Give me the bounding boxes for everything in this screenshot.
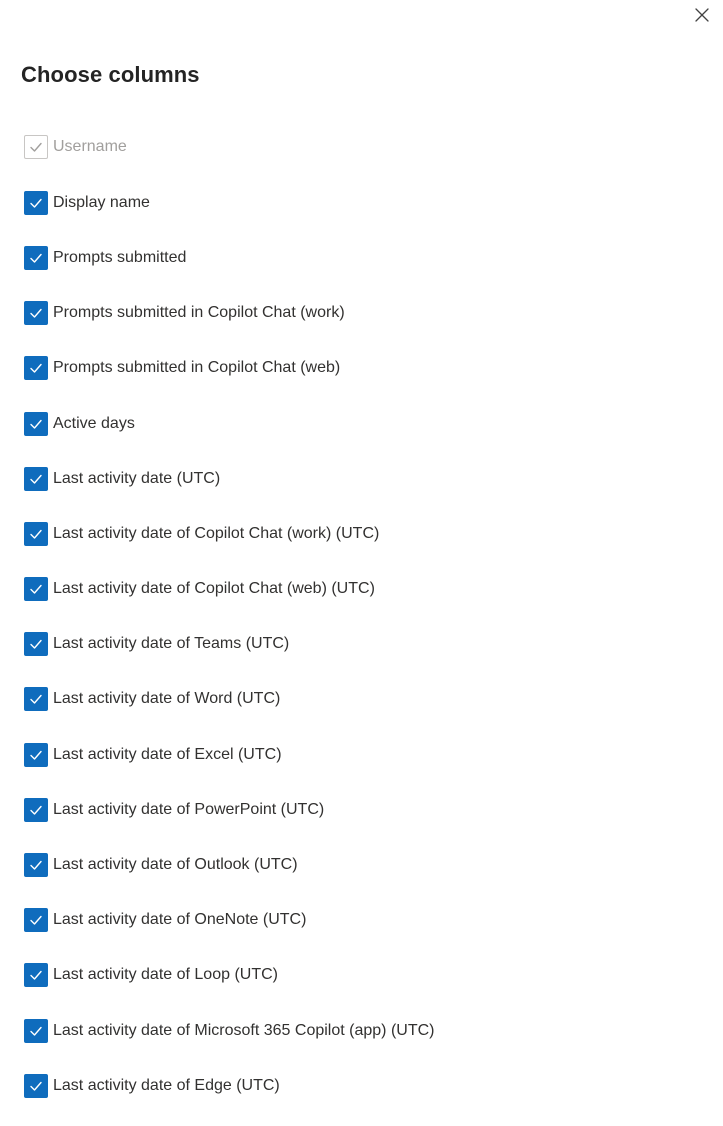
checkmark-icon (30, 805, 42, 815)
checkmark-icon (30, 1026, 42, 1036)
column-checkbox[interactable] (24, 1073, 48, 1098)
column-option-label: Last activity date of Copilot Chat (work… (53, 524, 380, 542)
column-option[interactable]: Last activity date of Microsoft 365 Copi… (24, 1014, 704, 1048)
column-checkbox (24, 135, 48, 159)
checkmark-icon (30, 695, 42, 705)
column-checkbox[interactable] (24, 190, 48, 215)
checkmark-icon (30, 364, 42, 374)
column-option-label: Prompts submitted (53, 248, 187, 266)
checkmark-icon (30, 419, 42, 429)
column-checkbox[interactable] (24, 577, 48, 602)
column-option-label: Last activity date of Outlook (UTC) (53, 856, 298, 874)
column-checkbox[interactable] (24, 963, 48, 988)
column-option[interactable]: Last activity date of Copilot Chat (web)… (24, 572, 704, 606)
checkmark-icon (30, 1081, 42, 1091)
column-option-label: Last activity date of PowerPoint (UTC) (53, 800, 325, 818)
column-option-label: Last activity date (UTC) (53, 469, 221, 487)
column-option-label: Last activity date of Microsoft 365 Copi… (53, 1021, 435, 1039)
column-option: Username (24, 130, 704, 164)
column-option-label: Last activity date of Edge (UTC) (53, 1076, 280, 1094)
checkmark-icon (30, 308, 42, 318)
checkmark-icon (30, 916, 42, 925)
column-option[interactable]: Active days (24, 407, 704, 441)
column-option-label: Prompts submitted in Copilot Chat (web) (53, 359, 341, 377)
column-option-label: Last activity date of Loop (UTC) (53, 966, 278, 984)
column-option-label: Last activity date of OneNote (UTC) (53, 911, 307, 929)
column-checkbox[interactable] (24, 742, 48, 767)
checkmark-icon (30, 142, 42, 152)
column-checkbox[interactable] (24, 356, 48, 381)
close-icon (695, 8, 709, 22)
column-option[interactable]: Last activity date of Loop (UTC) (24, 958, 704, 992)
column-option[interactable]: Prompts submitted (24, 241, 704, 275)
column-option[interactable]: Last activity date (UTC) (24, 462, 704, 496)
column-checkbox[interactable] (24, 245, 48, 270)
column-option[interactable]: Prompts submitted in Copilot Chat (work) (24, 296, 704, 330)
column-option[interactable]: Last activity date of Edge (UTC) (24, 1069, 704, 1103)
column-option[interactable]: Last activity date of Outlook (UTC) (24, 848, 704, 882)
column-checkbox[interactable] (24, 411, 48, 436)
column-checkbox[interactable] (24, 521, 48, 546)
close-button[interactable] (691, 4, 713, 26)
column-checkbox[interactable] (24, 908, 48, 933)
checkmark-icon (30, 860, 42, 870)
column-option-label: Last activity date of Excel (UTC) (53, 745, 282, 763)
checkmark-icon (30, 529, 42, 539)
checkmark-icon (30, 474, 42, 484)
column-option[interactable]: Last activity date of Excel (UTC) (24, 738, 704, 772)
column-option[interactable]: Last activity date of Copilot Chat (work… (24, 517, 704, 551)
checkmark-icon (30, 198, 42, 208)
column-option-label: Last activity date of Word (UTC) (53, 690, 281, 708)
column-checkbox[interactable] (24, 797, 48, 822)
panel-title: Choose columns (21, 62, 200, 87)
column-option-label: Last activity date of Copilot Chat (web)… (53, 580, 375, 598)
column-option-label: Last activity date of Teams (UTC) (53, 635, 290, 653)
checkmark-icon (30, 253, 42, 263)
column-option[interactable]: Last activity date of OneNote (UTC) (24, 903, 704, 937)
column-option[interactable]: Last activity date of Teams (UTC) (24, 627, 704, 661)
column-option[interactable]: Prompts submitted in Copilot Chat (web) (24, 351, 704, 385)
column-option[interactable]: Last activity date of PowerPoint (UTC) (24, 793, 704, 827)
choose-columns-panel: Choose columns Username Display name Promp… (0, 0, 723, 1126)
column-options-list: Username Display name Prompts submitted Pro… (24, 130, 704, 1124)
checkmark-icon (30, 584, 42, 594)
column-option-label: Active days (53, 414, 135, 432)
checkmark-icon (30, 640, 42, 649)
column-checkbox[interactable] (24, 687, 48, 712)
checkmark-icon (30, 750, 42, 760)
checkmark-icon (30, 971, 42, 981)
column-option[interactable]: Last activity date of Word (UTC) (24, 682, 704, 716)
column-checkbox[interactable] (24, 632, 48, 657)
column-option-label: Username (53, 138, 127, 155)
column-checkbox[interactable] (24, 301, 48, 326)
column-checkbox[interactable] (24, 853, 48, 878)
column-option[interactable]: Display name (24, 186, 704, 220)
column-checkbox[interactable] (24, 466, 48, 491)
column-checkbox[interactable] (24, 1018, 48, 1043)
column-option-label: Prompts submitted in Copilot Chat (work) (53, 304, 345, 322)
column-option-label: Display name (53, 193, 150, 211)
